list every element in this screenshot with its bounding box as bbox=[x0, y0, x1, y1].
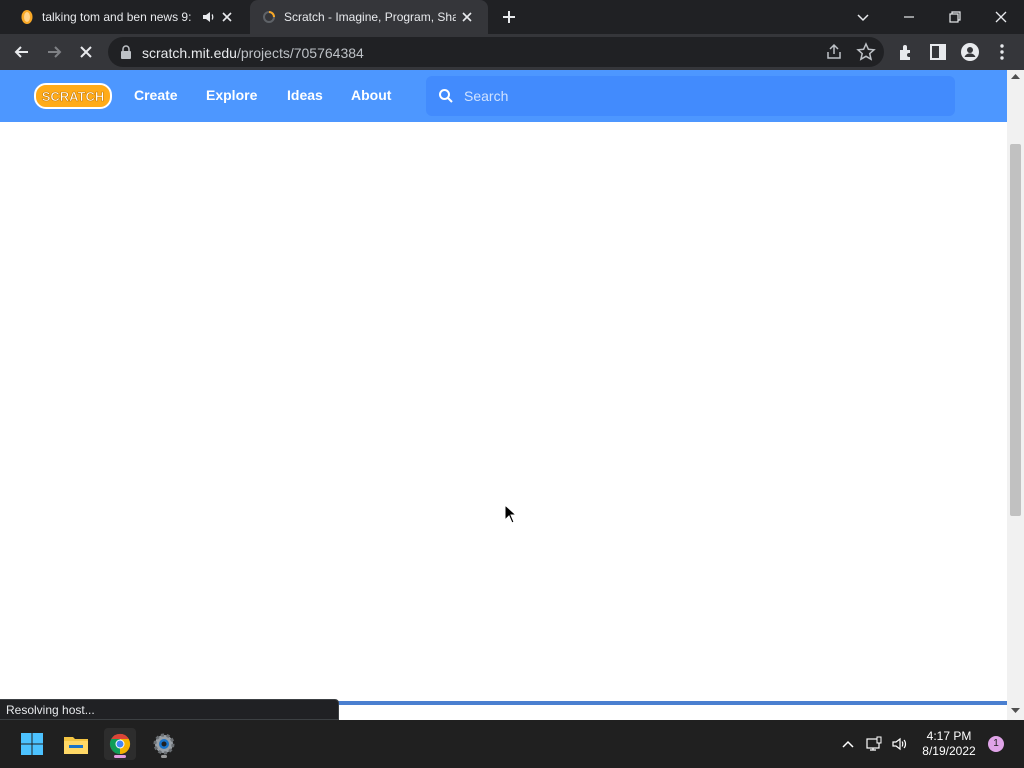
stop-loading-icon[interactable] bbox=[76, 42, 96, 62]
loading-spinner-icon bbox=[263, 11, 275, 23]
scratch-favicon-icon bbox=[21, 10, 33, 24]
taskbar-chrome[interactable] bbox=[104, 728, 136, 760]
minimize-icon[interactable] bbox=[898, 6, 920, 28]
browser-toolbar: scratch.mit.edu/projects/705764384 bbox=[0, 34, 1024, 70]
start-button[interactable] bbox=[16, 728, 48, 760]
notification-badge[interactable]: 1 bbox=[988, 736, 1004, 752]
system-clock[interactable]: 4:17 PM 8/19/2022 bbox=[912, 729, 986, 759]
status-bubble: Resolving host... bbox=[0, 699, 339, 720]
network-icon[interactable] bbox=[866, 736, 882, 752]
scratch-logo[interactable]: SCRATCH bbox=[34, 82, 112, 110]
bookmark-star-icon[interactable] bbox=[856, 42, 876, 62]
tab-title: Scratch - Imagine, Program, Share bbox=[284, 10, 456, 24]
scroll-down-arrow-icon[interactable] bbox=[1011, 707, 1020, 715]
side-panel-icon[interactable] bbox=[928, 42, 948, 62]
new-tab-icon[interactable] bbox=[500, 8, 518, 26]
search-icon bbox=[439, 89, 453, 103]
taskbar-settings[interactable] bbox=[148, 728, 180, 760]
web-page: SCRATCH Create Explore Ideas About bbox=[0, 70, 1024, 720]
clock-time: 4:17 PM bbox=[926, 729, 972, 743]
close-tab-icon[interactable] bbox=[220, 10, 234, 24]
scratch-navbar: SCRATCH Create Explore Ideas About bbox=[0, 70, 1007, 122]
restore-icon[interactable] bbox=[944, 6, 966, 28]
logo-text: SCRATCH bbox=[42, 89, 105, 104]
nav-create[interactable]: Create bbox=[134, 87, 178, 103]
windows-logo-icon bbox=[21, 733, 43, 755]
chevron-up-icon[interactable] bbox=[840, 736, 856, 752]
forward-icon[interactable] bbox=[44, 42, 64, 62]
nav-explore[interactable]: Explore bbox=[206, 87, 257, 103]
tab-strip: talking tom and ben news 9: Scratch - Im… bbox=[0, 0, 1024, 34]
chrome-icon bbox=[109, 733, 131, 755]
url-path: /projects/705764384 bbox=[236, 45, 364, 61]
active-indicator bbox=[114, 755, 126, 758]
close-tab-icon[interactable] bbox=[460, 10, 474, 24]
search-input[interactable] bbox=[464, 86, 924, 106]
clock-date: 8/19/2022 bbox=[922, 744, 976, 758]
taskbar-file-explorer[interactable] bbox=[60, 728, 92, 760]
windows-taskbar: 4:17 PM 8/19/2022 1 bbox=[0, 720, 1024, 768]
share-icon[interactable] bbox=[824, 42, 844, 62]
url-text: scratch.mit.edu/projects/705764384 bbox=[142, 45, 364, 61]
scroll-thumb[interactable] bbox=[1010, 144, 1021, 516]
gear-icon bbox=[153, 733, 175, 755]
tab-title: talking tom and ben news 9: bbox=[42, 10, 192, 24]
address-bar[interactable]: scratch.mit.edu/projects/705764384 bbox=[108, 37, 884, 67]
volume-icon[interactable] bbox=[892, 736, 908, 752]
running-indicator bbox=[161, 755, 167, 758]
page-content-blank bbox=[0, 122, 1007, 720]
back-icon[interactable] bbox=[12, 42, 32, 62]
extensions-icon[interactable] bbox=[896, 42, 916, 62]
tab-talking-tom[interactable]: talking tom and ben news 9: bbox=[8, 0, 248, 34]
folder-icon bbox=[64, 737, 88, 754]
nav-ideas[interactable]: Ideas bbox=[287, 87, 323, 103]
menu-kebab-icon[interactable] bbox=[992, 42, 1012, 62]
nav-about[interactable]: About bbox=[351, 87, 391, 103]
tab-search-chevron-icon[interactable] bbox=[852, 6, 874, 28]
lock-icon[interactable] bbox=[120, 45, 132, 59]
url-host: scratch.mit.edu bbox=[142, 45, 237, 61]
search-box[interactable] bbox=[426, 76, 955, 116]
mouse-cursor-icon bbox=[504, 504, 516, 524]
profile-icon[interactable] bbox=[960, 42, 980, 62]
screen: talking tom and ben news 9: Scratch - Im… bbox=[0, 0, 1024, 768]
scroll-up-arrow-icon[interactable] bbox=[1011, 72, 1020, 80]
tab-scratch[interactable]: Scratch - Imagine, Program, Share bbox=[250, 0, 488, 34]
speaker-icon[interactable] bbox=[202, 10, 216, 24]
close-window-icon[interactable] bbox=[990, 6, 1012, 28]
vertical-scrollbar[interactable] bbox=[1007, 70, 1024, 720]
